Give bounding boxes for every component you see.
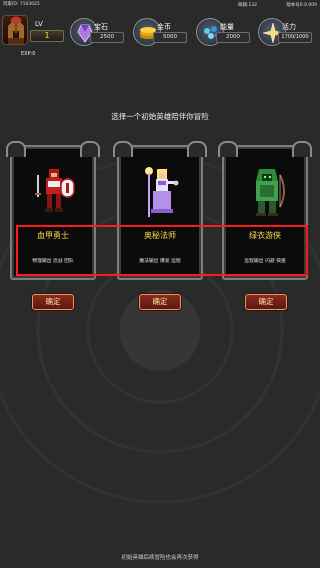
energy-label: 能量 bbox=[220, 23, 234, 31]
confirm-mage-button[interactable]: 确定 bbox=[139, 294, 181, 310]
warrior-sprite bbox=[35, 169, 75, 212]
mail-count[interactable]: 邮箱:132 bbox=[238, 2, 257, 8]
resource-header: LV 1 EXP:0 宝石 2500 金币 5000 能量 2000 活力 17… bbox=[0, 12, 320, 57]
gem-value: 2500 bbox=[90, 32, 124, 43]
coin-label: 金币 bbox=[157, 23, 171, 31]
vigor-label: 活力 bbox=[282, 23, 296, 31]
player-id: 玩家ID: 7103025 bbox=[3, 2, 40, 7]
ranger-sprite bbox=[256, 169, 285, 216]
hero-description: 远程输出 闪避 快速 bbox=[244, 259, 286, 264]
hero-card-warrior[interactable]: 血甲勇士 物理输出 近战 团队 bbox=[6, 141, 100, 280]
level-label: LV bbox=[35, 20, 43, 28]
confirm-warrior-button[interactable]: 确定 bbox=[32, 294, 74, 310]
hero-card-mage[interactable]: 奥秘法师 魔法输出 爆发 远程 bbox=[113, 141, 207, 280]
vigor-value: 1700/1000 bbox=[278, 32, 312, 43]
hero-name: 奥秘法师 bbox=[144, 231, 176, 240]
footer-note: 初始英雄后续冒险也会再次获得 bbox=[121, 555, 199, 561]
status-bar: 玩家ID: 7103025 邮箱:132 版本号0.0.009 bbox=[0, 0, 320, 10]
coin-value: 5000 bbox=[153, 32, 187, 43]
hero-name: 绿衣游侠 bbox=[249, 231, 281, 240]
spartan-helmet-icon bbox=[8, 16, 24, 44]
hero-select-screen: 玩家ID: 7103025 邮箱:132 版本号0.0.009 LV 1 EXP… bbox=[0, 0, 320, 568]
avatar[interactable] bbox=[2, 15, 28, 45]
energy-value: 2000 bbox=[216, 32, 250, 43]
select-hero-prompt: 选择一个初始英雄陪伴你冒险 bbox=[111, 112, 209, 121]
exp-label: EXP:0 bbox=[21, 51, 36, 57]
hero-description: 物理输出 近战 团队 bbox=[32, 259, 74, 264]
mage-sprite bbox=[145, 167, 179, 217]
version-label: 版本号0.0.009 bbox=[286, 3, 317, 8]
hero-description: 魔法输出 爆发 远程 bbox=[139, 259, 181, 264]
level-value: 1 bbox=[30, 30, 64, 42]
hero-name: 血甲勇士 bbox=[37, 231, 69, 240]
gem-label: 宝石 bbox=[94, 23, 108, 31]
confirm-ranger-button[interactable]: 确定 bbox=[245, 294, 287, 310]
hero-card-ranger[interactable]: 绿衣游侠 远程输出 闪避 快速 bbox=[218, 141, 312, 280]
